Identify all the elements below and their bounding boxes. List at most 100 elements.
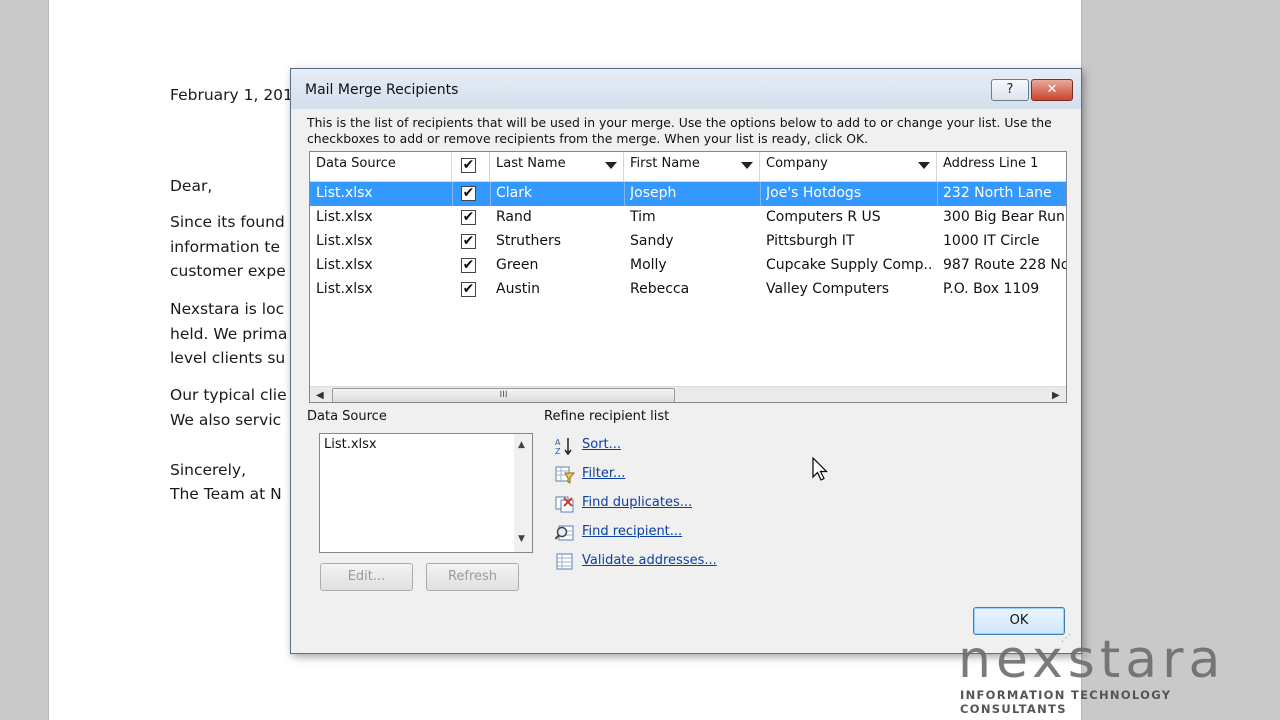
refresh-button[interactable]: Refresh (426, 563, 519, 591)
recipient-list-header: Data Source ✔ Last Name First Name Compa… (310, 152, 1066, 182)
filter-link-label[interactable]: Filter... (582, 466, 625, 481)
column-header-last-name[interactable]: Last Name (490, 152, 624, 182)
cell-data-source: List.xlsx (316, 233, 373, 249)
cell-address: 300 Big Bear Run (943, 209, 1065, 225)
recipient-list[interactable]: Data Source ✔ Last Name First Name Compa… (309, 151, 1067, 403)
list-item[interactable]: List.xlsx (324, 437, 377, 452)
cell-first-name: Rebecca (630, 281, 690, 297)
cell-first-name: Sandy (630, 233, 674, 249)
column-label: Last Name (496, 156, 566, 171)
svg-text:Z: Z (555, 447, 561, 456)
cell-company: Cupcake Supply Comp... (766, 257, 934, 273)
include-checkbox[interactable]: ✔ (461, 258, 476, 273)
doc-line: information te (170, 238, 280, 256)
doc-line: customer expe (170, 262, 286, 280)
mail-merge-recipients-dialog: Mail Merge Recipients ? ✕ This is the li… (290, 68, 1082, 654)
column-header-address-line-1[interactable]: Address Line 1 (937, 152, 1066, 182)
doc-signature: The Team at N (170, 485, 282, 503)
find-recipient-icon (554, 523, 575, 543)
cell-address: P.O. Box 1109 (943, 281, 1040, 297)
include-checkbox[interactable]: ✔ (461, 234, 476, 249)
cell-address: 232 North Lane (943, 185, 1052, 201)
close-button[interactable]: ✕ (1031, 79, 1073, 101)
doc-closing: Sincerely, (170, 461, 247, 479)
cell-data-source: List.xlsx (316, 281, 373, 297)
duplicates-icon (555, 494, 575, 514)
doc-line: level clients su (170, 349, 286, 367)
scrollbar-thumb[interactable]: III (332, 388, 675, 402)
table-row[interactable]: List.xlsx ✔ Rand Tim Computers R US 300 … (310, 206, 1066, 230)
scroll-right-arrow-icon[interactable]: ▶ (1052, 390, 1060, 401)
select-all-checkbox[interactable]: ✔ (461, 158, 476, 173)
cell-last-name: Austin (496, 281, 540, 297)
table-row[interactable]: List.xlsx ✔ Green Molly Cupcake Supply C… (310, 254, 1067, 278)
column-header-include[interactable]: ✔ (452, 152, 490, 182)
cell-address: 987 Route 228 Nort (943, 257, 1067, 273)
column-label: First Name (630, 156, 700, 171)
cell-last-name: Struthers (496, 233, 562, 249)
table-row[interactable]: List.xlsx ✔ Austin Rebecca Valley Comput… (310, 278, 1066, 302)
sort-link-label[interactable]: Sort... (582, 437, 621, 452)
logo-tagline: INFORMATION TECHNOLOGY CONSULTANTS (960, 688, 1172, 716)
column-divider (452, 182, 453, 206)
cell-last-name: Green (496, 257, 539, 273)
dialog-title: Mail Merge Recipients (305, 82, 459, 98)
column-divider (760, 182, 761, 206)
validate-addresses-link-label[interactable]: Validate addresses... (582, 553, 717, 568)
scroll-down-arrow-icon[interactable]: ▼ (518, 534, 525, 544)
table-row[interactable]: List.xlsx ✔ Struthers Sandy Pittsburgh I… (310, 230, 1066, 254)
doc-salutation: Dear, (170, 177, 213, 195)
dialog-body: This is the list of recipients that will… (297, 109, 1075, 647)
doc-line: held. We prima (170, 325, 288, 343)
cell-first-name: Joseph (630, 185, 677, 201)
column-divider (937, 182, 938, 206)
dialog-intro-text: This is the list of recipients that will… (307, 115, 1052, 146)
column-label: Data Source (316, 156, 396, 171)
cell-company: Pittsburgh IT (766, 233, 855, 249)
sort-icon: AZ (555, 436, 575, 456)
mouse-cursor-icon (812, 457, 828, 481)
include-checkbox[interactable]: ✔ (461, 210, 476, 225)
cell-company: Joe's Hotdogs (766, 185, 862, 201)
cell-company: Valley Computers (766, 281, 890, 297)
cell-address: 1000 IT Circle (943, 233, 1040, 249)
doc-line: Nexstara is loc (170, 300, 285, 318)
doc-line: Our typical clie (170, 386, 287, 404)
scroll-up-arrow-icon[interactable]: ▲ (518, 440, 525, 450)
find-recipient-link-label[interactable]: Find recipient... (582, 524, 682, 539)
cell-last-name: Clark (496, 185, 533, 201)
find-duplicates-link-label[interactable]: Find duplicates... (582, 495, 692, 510)
column-divider (624, 182, 625, 206)
include-checkbox[interactable]: ✔ (461, 282, 476, 297)
column-divider (490, 182, 491, 206)
validate-icon (555, 552, 575, 572)
column-header-company[interactable]: Company (760, 152, 937, 182)
dropdown-arrow-icon[interactable] (741, 162, 753, 169)
dialog-titlebar[interactable]: Mail Merge Recipients ? ✕ (291, 69, 1081, 109)
horizontal-scrollbar[interactable]: ◀ III ▶ (310, 386, 1066, 402)
svg-text:A: A (555, 438, 561, 447)
cell-data-source: List.xlsx (316, 257, 373, 273)
edit-button[interactable]: Edit... (320, 563, 413, 591)
cell-last-name: Rand (496, 209, 532, 225)
data-source-list[interactable]: List.xlsx ▲ ▼ (319, 433, 533, 553)
cell-data-source: List.xlsx (316, 185, 373, 201)
vertical-scrollbar[interactable]: ▲ ▼ (514, 434, 532, 552)
cell-company: Computers R US (766, 209, 881, 225)
dropdown-arrow-icon[interactable] (918, 162, 930, 169)
column-header-first-name[interactable]: First Name (624, 152, 760, 182)
column-header-data-source[interactable]: Data Source (310, 152, 452, 182)
doc-date: February 1, 2012 (170, 86, 303, 104)
table-row[interactable]: List.xlsx ✔ Clark Joseph Joe's Hotdogs 2… (310, 182, 1066, 206)
scroll-left-arrow-icon[interactable]: ◀ (316, 390, 324, 401)
column-label: Company (766, 156, 828, 171)
column-label: Address Line 1 (943, 156, 1039, 171)
help-button[interactable]: ? (991, 79, 1029, 101)
include-checkbox[interactable]: ✔ (461, 186, 476, 201)
doc-line: Since its found (170, 213, 285, 231)
cell-first-name: Molly (630, 257, 667, 273)
dropdown-arrow-icon[interactable] (605, 162, 617, 169)
nexstara-logo: nexstara (958, 630, 1226, 690)
doc-line: We also servic (170, 411, 282, 429)
data-source-label: Data Source (307, 409, 387, 424)
